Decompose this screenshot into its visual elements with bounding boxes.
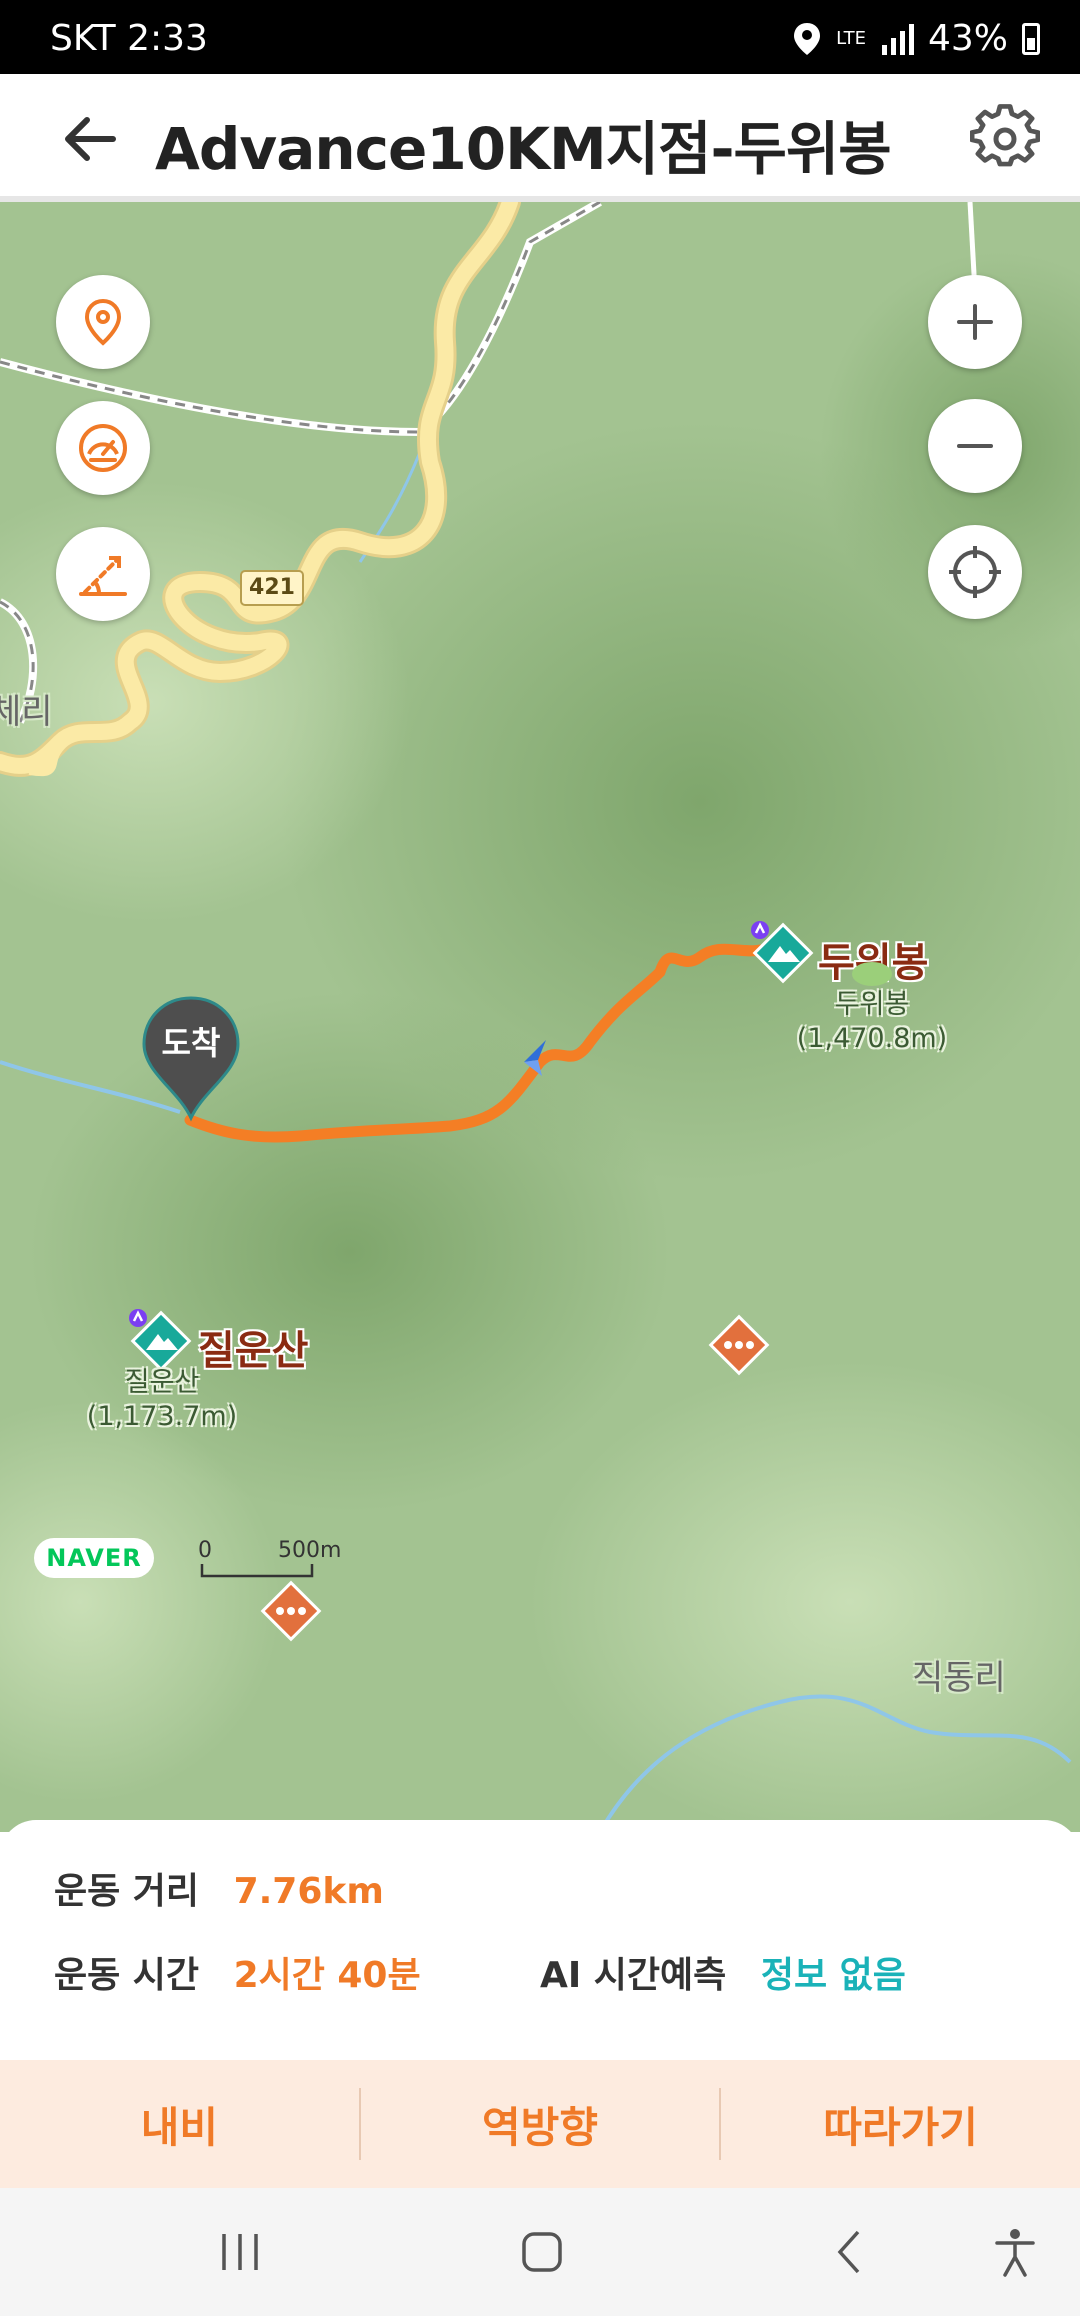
peak-sub-name: 질운산: [124, 1367, 200, 1398]
peak-badge-icon: [852, 962, 892, 986]
time-row: 운동 시간 2시간 40분: [54, 1946, 421, 1998]
peak-sub-duwibong: 두위봉 (1,470.8m): [792, 988, 952, 1056]
home-button[interactable]: [500, 2188, 584, 2316]
slope-angle-button[interactable]: [56, 527, 150, 621]
battery-icon: [1022, 22, 1040, 55]
speedometer-button[interactable]: [56, 401, 150, 495]
follow-button[interactable]: 따라가기: [721, 2060, 1080, 2188]
peak-elevation: (1,173.7m): [86, 1401, 238, 1432]
ai-prediction-value: 정보 없음: [760, 1955, 906, 1996]
naver-logo: NAVER: [34, 1538, 154, 1578]
ai-prediction-row: AI 시간예측 정보 없음: [540, 1946, 906, 1998]
crosshair-icon: [949, 546, 1001, 598]
recent-apps-button[interactable]: [200, 2188, 280, 2316]
action-bar: 내비 역방향 따라가기: [0, 2060, 1080, 2188]
app-header: Advance10KM지점-두위봉: [0, 74, 1080, 202]
road-number-badge: 421: [240, 570, 304, 606]
time-value: 2시간 40분: [233, 1955, 421, 1996]
arrow-left-icon[interactable]: [55, 104, 125, 174]
poi-more-icon[interactable]: [704, 1310, 774, 1380]
distance-row: 운동 거리 7.76km: [54, 1862, 384, 1914]
carrier-time: SKT 2:33: [50, 18, 208, 59]
scale-bar: [200, 1564, 314, 1578]
page-title: Advance10KM지점-두위봉: [155, 115, 892, 183]
workout-info-panel: 운동 거리 7.76km 운동 시간 2시간 40분 AI 시간예측 정보 없음: [0, 1820, 1080, 2060]
peak-sub-name: 두위봉: [834, 989, 910, 1020]
status-bar: SKT 2:33 LTE 43%: [0, 0, 1080, 74]
poi-more-icon[interactable]: [256, 1576, 326, 1646]
location-pin-icon: [84, 298, 122, 346]
map-scale: 0 500m: [198, 1538, 342, 1578]
mountain-peak-icon[interactable]: [748, 918, 818, 988]
recent-apps-icon: [222, 2234, 258, 2270]
time-label: 운동 시간: [54, 1955, 200, 1996]
location-pin-button[interactable]: [56, 275, 150, 369]
home-icon: [522, 2232, 562, 2272]
plus-icon: [957, 304, 993, 340]
back-nav-button[interactable]: [810, 2188, 890, 2316]
place-label-cheri: 체리: [0, 692, 53, 732]
place-label-jikdong-ri: 직동리: [912, 1658, 1006, 1698]
system-nav-bar: [0, 2188, 1080, 2316]
arrival-label: 도착: [161, 1024, 221, 1062]
ai-prediction-label: AI 시간예측: [540, 1955, 727, 1996]
peak-sub-jilunsan: 질운산 (1,173.7m): [82, 1366, 242, 1434]
map-view[interactable]: 421 체리 직동리 도착 두위봉 (1,470.8m) 질운산 질운산 (1,…: [0, 202, 1080, 1832]
peak-elevation: (1,470.8m): [796, 1023, 948, 1054]
distance-label: 운동 거리: [54, 1871, 200, 1912]
direction-arrow-icon: [524, 1040, 546, 1076]
navi-button[interactable]: 내비: [0, 2060, 359, 2188]
battery-percent: 43%: [927, 18, 1008, 59]
speedometer-icon: [79, 424, 127, 472]
scale-start: 0: [198, 1538, 212, 1563]
accessibility-button[interactable]: [975, 2188, 1055, 2316]
slope-angle-icon: [79, 556, 127, 596]
location-status-icon: [794, 22, 821, 55]
scale-end: 500m: [278, 1538, 342, 1563]
minus-icon: [957, 444, 993, 448]
distance-value: 7.76km: [233, 1871, 384, 1912]
reverse-button[interactable]: 역방향: [361, 2060, 720, 2188]
gear-icon[interactable]: [970, 104, 1040, 174]
chevron-left-icon: [837, 2230, 860, 2274]
accessibility-icon: [995, 2229, 1035, 2277]
zoom-out-button[interactable]: [928, 399, 1022, 493]
signal-icon: [881, 23, 914, 55]
zoom-in-button[interactable]: [928, 275, 1022, 369]
arrival-marker[interactable]: 도착: [138, 994, 244, 1122]
current-location-button[interactable]: [928, 525, 1022, 619]
network-type: LTE: [836, 27, 866, 49]
status-icons: LTE 43%: [792, 18, 1040, 59]
